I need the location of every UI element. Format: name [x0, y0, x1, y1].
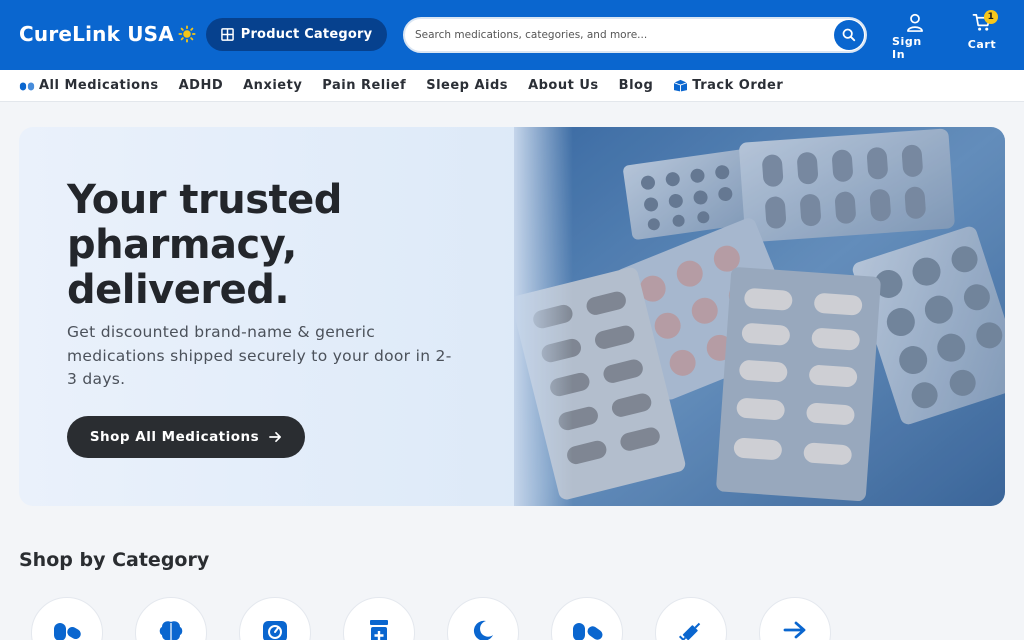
nav-item-anxiety[interactable]: Anxiety	[243, 78, 302, 93]
category-medicine[interactable]	[343, 597, 415, 640]
hero-title-line: Your trusted	[67, 177, 342, 223]
box-icon	[674, 79, 688, 92]
blister-packs-image	[514, 127, 1005, 506]
cart-count-badge: 1	[984, 10, 998, 24]
category-list	[31, 597, 841, 640]
hero-banner: Your trusted pharmacy, delivered. Get di…	[19, 127, 1005, 506]
syringe-icon	[678, 622, 701, 640]
top-header: CureLink USA Product Category Search med…	[0, 0, 1024, 70]
cart-button[interactable]: 1 Cart	[966, 10, 998, 51]
pills-icon	[19, 81, 35, 90]
arrow-right-icon	[783, 621, 806, 639]
moon-icon	[473, 620, 493, 640]
category-sleep[interactable]	[447, 597, 519, 640]
nav-item-about-us[interactable]: About Us	[528, 78, 599, 93]
sun-icon	[178, 25, 196, 43]
nav-item-sleep-aids[interactable]: Sleep Aids	[426, 78, 508, 93]
medicine-bottle-icon	[370, 620, 388, 640]
cta-label: Shop All Medications	[89, 429, 260, 445]
nav-item-all-medications[interactable]: All Medications	[19, 78, 159, 93]
hero-subtitle: Get discounted brand-name & generic medi…	[67, 323, 452, 388]
hero-title-line: delivered.	[67, 267, 290, 313]
site-logo[interactable]: CureLink USA	[19, 20, 196, 48]
user-icon	[907, 13, 923, 32]
grid-icon	[220, 28, 234, 41]
nav-item-track-order[interactable]: Track Order	[673, 78, 783, 93]
capsules-icon	[573, 623, 603, 640]
sign-in-label: Sign In	[892, 35, 922, 61]
shop-all-medications-button[interactable]: Shop All Medications	[67, 416, 305, 458]
pills-icon	[54, 623, 81, 640]
nav-label: Pain Relief	[322, 78, 407, 93]
hero-title-line: pharmacy,	[67, 222, 297, 268]
nav-item-blog[interactable]: Blog	[619, 78, 654, 93]
brain-icon	[159, 621, 183, 640]
category-pills[interactable]	[31, 597, 103, 640]
gauge-icon	[263, 621, 287, 640]
arrow-right-icon	[269, 431, 282, 443]
category-view-all[interactable]	[759, 597, 831, 640]
product-category-label: Product Category	[240, 27, 373, 42]
search-button[interactable]	[834, 20, 864, 50]
nav-item-pain-relief[interactable]: Pain Relief	[322, 78, 406, 93]
nav-label: Sleep Aids	[426, 78, 509, 93]
sign-in-button[interactable]: Sign In	[892, 13, 938, 61]
nav-label: ADHD	[178, 78, 224, 93]
shop-by-category-title: Shop by Category	[19, 549, 210, 571]
nav-label: About Us	[528, 78, 599, 93]
nav-label: All Medications	[39, 78, 159, 93]
main-nav: All Medications ADHD Anxiety Pain Relief…	[0, 70, 1024, 102]
nav-item-adhd[interactable]: ADHD	[179, 78, 224, 93]
search-input[interactable]	[415, 25, 815, 45]
category-capsules[interactable]	[551, 597, 623, 640]
category-gauge[interactable]	[239, 597, 311, 640]
nav-label: Blog	[618, 78, 654, 93]
product-category-button[interactable]: Product Category	[206, 18, 387, 51]
cart-label: Cart	[967, 38, 997, 51]
nav-label: Track Order	[692, 78, 784, 93]
nav-label: Anxiety	[243, 78, 303, 93]
search-icon	[842, 28, 856, 42]
category-brain[interactable]	[135, 597, 207, 640]
search-bar	[403, 17, 867, 53]
category-injections[interactable]	[655, 597, 727, 640]
hero-title: Your trusted pharmacy, delivered.	[67, 178, 447, 313]
logo-text: CureLink USA	[19, 22, 174, 46]
